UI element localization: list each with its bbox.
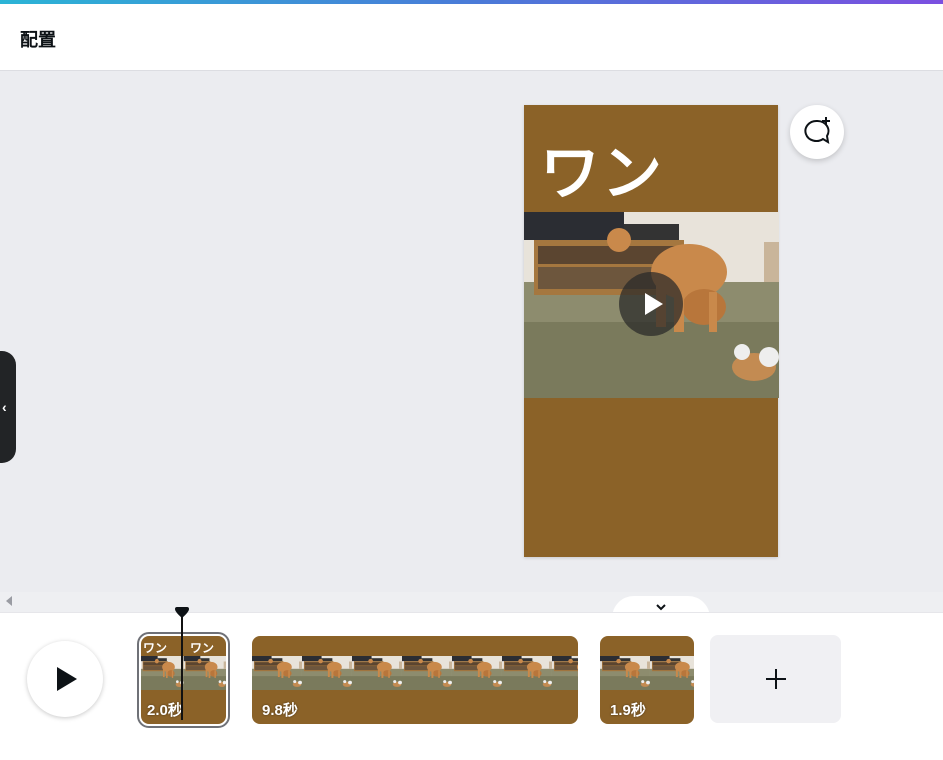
header: 配置 — [0, 4, 943, 71]
clip-duration: 9.8秒 — [262, 702, 298, 719]
page-title: 配置 — [20, 30, 56, 51]
clip-thumbnail-strip — [252, 656, 578, 690]
timeline-clip[interactable]: ワン ワン 2.0秒 — [137, 632, 230, 728]
timeline-clip[interactable]: 1.9秒 — [600, 636, 694, 724]
clip-duration: 2.0秒 — [147, 702, 183, 719]
side-panel-toggle[interactable]: ‹ — [0, 351, 16, 463]
design-canvas: ‹ ワン — [0, 71, 943, 592]
play-icon[interactable] — [619, 272, 683, 336]
clip-thumb-text: ワン — [143, 641, 168, 655]
playhead-line[interactable] — [181, 617, 183, 720]
scroll-left-icon[interactable] — [6, 596, 12, 606]
plus-icon — [766, 669, 786, 689]
page-heading-text[interactable]: ワン — [540, 125, 664, 212]
chevron-left-icon: ‹ — [2, 399, 7, 415]
clip-duration: 1.9秒 — [610, 702, 646, 719]
horizontal-scrollbar[interactable] — [0, 592, 943, 612]
timeline-clip[interactable]: 9.8秒 — [252, 636, 578, 724]
video-element[interactable] — [524, 212, 779, 398]
clip-thumbnail-strip — [600, 656, 694, 690]
design-page[interactable]: ワン — [524, 105, 779, 557]
add-clip-button[interactable] — [710, 635, 841, 723]
add-comment-button[interactable] — [790, 105, 844, 159]
timeline-play-button[interactable] — [27, 641, 103, 717]
clip-thumb-text: ワン — [190, 641, 215, 655]
comment-add-icon — [804, 117, 830, 144]
clip-thumbnail-strip — [141, 656, 226, 690]
